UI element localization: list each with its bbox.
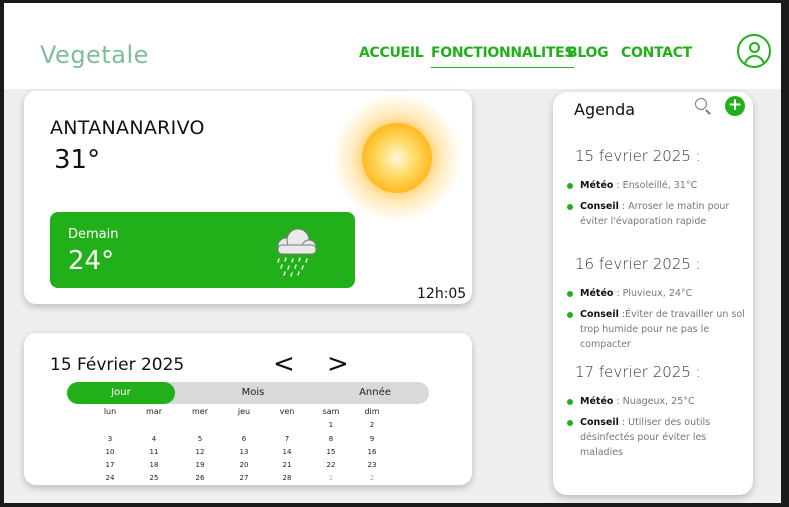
bullet-icon <box>567 204 573 210</box>
user-circle-icon[interactable] <box>737 34 771 68</box>
agenda-meteo: Météo : Pluvieux, 24°C <box>567 286 751 301</box>
weather-card: ANTANANARIVO 31° Demain 24° 12h:05 <box>24 91 472 304</box>
calendar-prev-button[interactable]: < <box>273 349 295 379</box>
weekday-label: ven <box>279 407 295 416</box>
agenda-meteo: Météo : Ensoleillé, 31°C <box>567 178 751 193</box>
calendar-day[interactable]: 7 <box>272 435 302 443</box>
calendar-day[interactable]: 2 <box>357 474 387 482</box>
calendar-day[interactable]: 19 <box>185 461 215 469</box>
calendar-date: 15 Février 2025 <box>50 355 185 375</box>
calendar-day[interactable]: 4 <box>139 435 169 443</box>
calendar-day[interactable]: 23 <box>357 461 387 469</box>
calendar-day[interactable]: 3 <box>95 435 125 443</box>
calendar-day[interactable]: 2 <box>357 421 387 429</box>
agenda-conseil: Conseil : Utiliser des outils désinfecté… <box>567 415 751 460</box>
calendar-view-switch: Jour Mois Année <box>67 382 429 404</box>
weekday-label: jeu <box>237 407 251 416</box>
plus-icon[interactable]: + <box>725 96 745 116</box>
bullet-icon <box>567 420 573 426</box>
calendar-day[interactable]: 9 <box>357 435 387 443</box>
current-time: 12h:05 <box>417 286 467 302</box>
calendar-day[interactable]: 28 <box>272 474 302 482</box>
nav-fonctionnalites[interactable]: FONCTIONNALITES <box>431 45 575 68</box>
calendar-day[interactable]: 6 <box>229 435 259 443</box>
calendar-day[interactable]: 11 <box>139 448 169 456</box>
bullet-icon <box>567 291 573 297</box>
calendar-day[interactable]: 25 <box>139 474 169 482</box>
weekday-label: sam <box>322 407 340 416</box>
calendar-day[interactable]: 15 <box>316 448 346 456</box>
view-mois[interactable]: Mois <box>199 382 307 404</box>
nav-accueil[interactable]: ACCUEIL <box>359 45 424 61</box>
calendar-next-button[interactable]: > <box>327 349 349 379</box>
calendar-day[interactable]: 13 <box>229 448 259 456</box>
sun-icon <box>362 123 432 193</box>
calendar-day[interactable]: 10 <box>95 448 125 456</box>
agenda-meteo: Météo : Nuageux, 25°C <box>567 394 751 409</box>
bullet-icon <box>567 399 573 405</box>
calendar-day[interactable]: 5 <box>185 435 215 443</box>
tomorrow-temperature: 24° <box>68 246 115 276</box>
agenda-title: Agenda <box>574 100 636 119</box>
calendar-day[interactable]: 17 <box>95 461 125 469</box>
calendar-day[interactable]: 1 <box>316 421 346 429</box>
calendar-day[interactable]: 20 <box>229 461 259 469</box>
weekday-label: mar <box>146 407 162 416</box>
bullet-icon <box>567 183 573 189</box>
logo[interactable]: Vegetale <box>40 41 149 69</box>
agenda-conseil: Conseil : Arroser le matin pour éviter l… <box>567 199 751 229</box>
agenda-day-title: 16 fevrier 2025 : <box>575 255 701 273</box>
calendar-day[interactable]: 12 <box>185 448 215 456</box>
calendar-day[interactable]: 16 <box>357 448 387 456</box>
weekday-label: lun <box>103 407 117 416</box>
agenda-day-title: 15 fevrier 2025 : <box>575 147 701 165</box>
calendar-day[interactable]: 8 <box>316 435 346 443</box>
calendar-day[interactable]: 18 <box>139 461 169 469</box>
current-temperature: 31° <box>54 145 101 175</box>
city-name: ANTANANARIVO <box>50 117 205 139</box>
page: Vegetale ACCUEIL FONCTIONNALITES BLOG CO… <box>4 3 781 503</box>
agenda-conseil: Conseil :Éviter de travailler un sol tro… <box>567 307 751 352</box>
header: Vegetale ACCUEIL FONCTIONNALITES BLOG CO… <box>4 3 781 89</box>
calendar-day[interactable]: 27 <box>229 474 259 482</box>
weekday-label: mer <box>191 407 208 416</box>
tomorrow-label: Demain <box>68 227 119 242</box>
tomorrow-forecast[interactable]: Demain 24° <box>50 212 355 288</box>
nav-contact[interactable]: CONTACT <box>621 45 692 61</box>
bullet-icon <box>567 312 573 318</box>
search-icon[interactable] <box>695 98 711 115</box>
agenda-day-title: 17 fevrier 2025 : <box>575 363 701 381</box>
view-annee[interactable]: Année <box>321 382 429 404</box>
agenda-panel: Agenda + 15 fevrier 2025 : Météo : Ensol… <box>553 92 753 495</box>
calendar-day[interactable]: 24 <box>95 474 125 482</box>
calendar-day[interactable]: 14 <box>272 448 302 456</box>
nav-blog[interactable]: BLOG <box>567 45 609 61</box>
rain-cloud-icon <box>277 228 317 277</box>
view-jour[interactable]: Jour <box>67 382 175 404</box>
calendar-day[interactable]: 21 <box>272 461 302 469</box>
calendar-day[interactable]: 22 <box>316 461 346 469</box>
weekday-label: dim <box>364 407 380 416</box>
calendar-card: 15 Février 2025 < > Jour Mois Année lun m… <box>24 333 472 485</box>
calendar-day[interactable]: 1 <box>316 474 346 482</box>
calendar-day[interactable]: 26 <box>185 474 215 482</box>
